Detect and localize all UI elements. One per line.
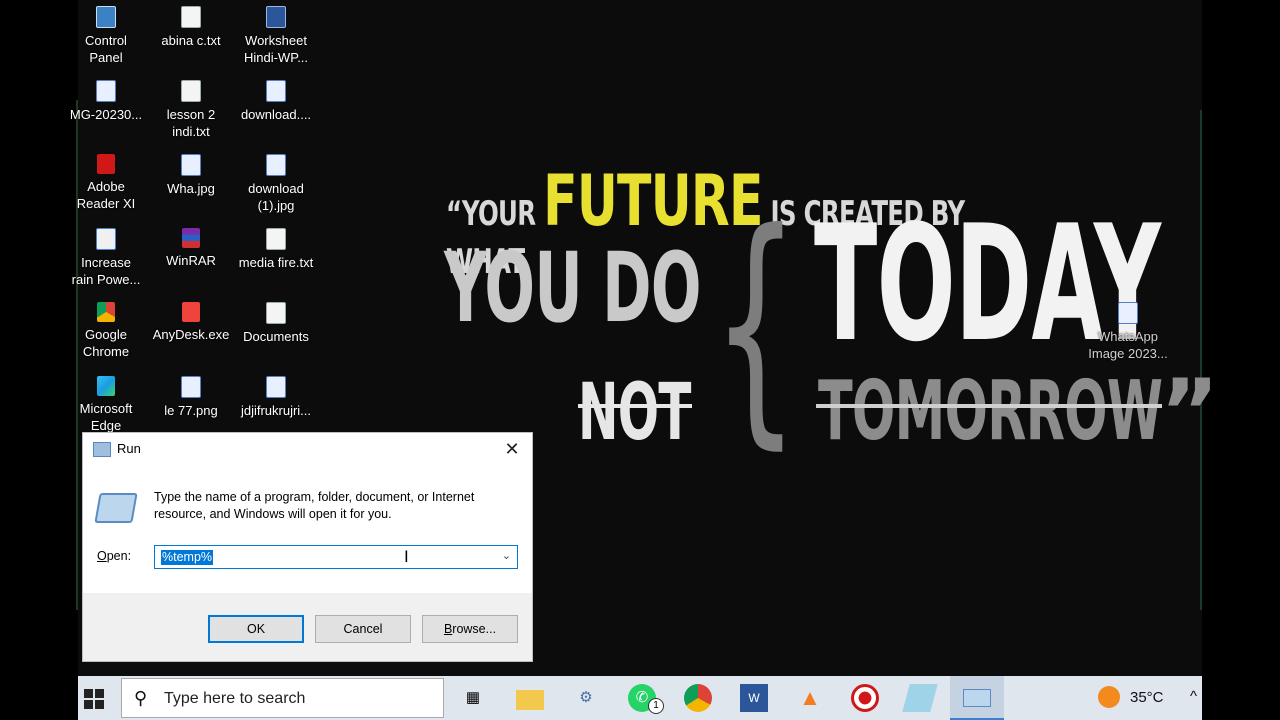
image-file-icon [266, 154, 286, 176]
desktop-icon-label: download (1).jpg [248, 181, 304, 213]
temperature[interactable]: 35°C [1130, 689, 1164, 706]
desktop-icon-whatsapp-image[interactable]: WhatsApp Image 2023... [1086, 302, 1170, 362]
desktop-icon-google-chrome[interactable]: Google Chrome [64, 302, 148, 360]
wallpaper-brace: { [712, 179, 799, 470]
run-icon [93, 442, 111, 457]
wallpaper-tomorrow: TOMORROW [818, 364, 1163, 459]
taskbar-run-active[interactable] [950, 676, 1004, 720]
desktop-icon-label: Google Chrome [82, 327, 130, 359]
run-dialog-titlebar[interactable]: Run ✕ [83, 433, 532, 465]
desktop-icon-label: WhatsApp Image 2023... [1088, 329, 1168, 361]
search-icon: ⚲ [134, 688, 148, 708]
bulb-icon [96, 228, 116, 250]
desktop-icon-label: media fire.txt [238, 255, 314, 270]
adobe-reader-icon [97, 154, 115, 174]
desktop-icon-increase-brain[interactable]: Increase rain Powe... [64, 228, 148, 288]
desktop-icon-microsoft-edge[interactable]: Microsoft Edge [64, 376, 148, 434]
chrome-icon[interactable] [684, 684, 712, 712]
run-dialog-title: Run [117, 441, 141, 456]
text-file-icon [266, 228, 286, 250]
search-placeholder: Type here to search [164, 690, 306, 707]
notepad-icon[interactable] [902, 684, 938, 712]
desktop-icon-label: le 77.png [164, 403, 218, 418]
browse-button[interactable]: Browse... [422, 615, 518, 643]
winrar-icon [182, 228, 200, 248]
run-dialog: Run ✕ Type the name of a program, folder… [82, 432, 533, 662]
wallpaper-strike [578, 404, 692, 408]
wallpaper-you-do: YOU DO [444, 232, 702, 344]
wallpaper-close-quote: ” [1160, 360, 1219, 465]
desktop-icon-label: abina c.txt [161, 33, 221, 48]
desktop-icon-img-20230[interactable]: MG-20230... [64, 80, 148, 123]
edge-icon [97, 376, 115, 396]
desktop-icon-worksheet[interactable]: Worksheet Hindi-WP... [234, 6, 318, 66]
word-document-icon[interactable]: W [740, 684, 768, 712]
chevron-up-icon[interactable]: ^ [1190, 688, 1197, 705]
image-file-icon [181, 154, 201, 176]
text-file-icon [181, 80, 201, 102]
taskbar: ⚲ Type here to search ▦ ⚙ ✆ 1 W ▲ 35°C ^ [78, 676, 1202, 720]
run-icon [963, 689, 991, 707]
desktop-icon-control-panel[interactable]: Control Panel [64, 6, 148, 66]
desktop-icon-adobe-reader[interactable]: Adobe Reader XI [64, 154, 148, 212]
record-icon[interactable] [851, 684, 879, 712]
taskbar-search-box[interactable]: ⚲ Type here to search [121, 678, 444, 718]
wallpaper-strike [816, 404, 1162, 408]
desktop-icon-label: Wha.jpg [167, 181, 215, 196]
desktop-icon-label: Adobe Reader XI [76, 179, 136, 211]
weather-sun-icon[interactable] [1098, 686, 1120, 708]
document-icon [266, 302, 286, 324]
whatsapp-badge: 1 [648, 698, 664, 714]
image-file-icon [181, 376, 201, 398]
desktop-icon-label: Increase rain Powe... [71, 255, 141, 287]
image-file-icon [266, 80, 286, 102]
chevron-down-icon[interactable]: ⌄ [502, 549, 511, 562]
vlc-icon[interactable]: ▲ [796, 684, 824, 712]
desktop-icon-download-1[interactable]: download (1).jpg [234, 154, 318, 214]
desktop-icon-label: Worksheet Hindi-WP... [243, 33, 309, 65]
control-panel-icon [96, 6, 116, 28]
desktop-icon-anydesk[interactable]: AnyDesk.exe [149, 302, 233, 343]
desktop-icon-documents[interactable]: Documents [234, 302, 318, 345]
open-input-value[interactable]: %temp% [161, 550, 214, 565]
run-dialog-description: Type the name of a program, folder, docu… [154, 490, 475, 521]
run-dialog-body: Type the name of a program, folder, docu… [83, 465, 532, 593]
anydesk-icon [182, 302, 200, 322]
desktop-icon-lesson2[interactable]: lesson 2 indi.txt [149, 80, 233, 140]
desktop-icon-label: Microsoft Edge [79, 401, 133, 433]
open-combobox[interactable]: %temp% ⌄ [154, 545, 518, 569]
wallpaper-not: NOT [578, 368, 691, 458]
text-cursor-icon: I [404, 547, 409, 566]
desktop-icon-download[interactable]: download.... [234, 80, 318, 123]
run-icon [94, 493, 138, 523]
file-explorer-icon[interactable] [516, 690, 544, 710]
windows-start-icon[interactable] [84, 689, 104, 709]
text-file-icon [181, 6, 201, 28]
task-view-icon[interactable]: ▦ [459, 684, 487, 712]
close-icon[interactable]: ✕ [500, 437, 524, 461]
desktop-icon-abina[interactable]: abina c.txt [149, 6, 233, 49]
desktop-icon-label: download.... [240, 107, 312, 122]
chrome-icon [97, 302, 115, 322]
desktop-icon-winrar[interactable]: WinRAR [149, 228, 233, 269]
desktop-icon-jdjifrukrujri[interactable]: jdjifrukrujri... [234, 376, 318, 419]
ok-button[interactable]: OK [208, 615, 304, 643]
desktop-icon-label: Documents [243, 329, 309, 344]
open-label: Open: [97, 549, 132, 563]
desktop-icon-le77[interactable]: le 77.png [149, 376, 233, 419]
image-file-icon [1118, 302, 1138, 324]
desktop-icon-wha[interactable]: Wha.jpg [149, 154, 233, 197]
image-file-icon [96, 80, 116, 102]
desktop-icon-label: jdjifrukrujri... [240, 403, 312, 418]
desktop-icon-label: lesson 2 indi.txt [166, 107, 216, 139]
image-file-icon [266, 376, 286, 398]
network-icon[interactable]: ⚙ [572, 684, 600, 712]
desktop-icon-media-fire[interactable]: media fire.txt [234, 228, 318, 271]
desktop-icon-label: MG-20230... [69, 107, 143, 122]
desktop-icon-label: AnyDesk.exe [152, 327, 230, 342]
desktop-icon-label: Control Panel [85, 33, 127, 65]
cancel-button[interactable]: Cancel [315, 615, 411, 643]
desktop-icon-label: WinRAR [166, 253, 216, 268]
word-document-icon [266, 6, 286, 28]
